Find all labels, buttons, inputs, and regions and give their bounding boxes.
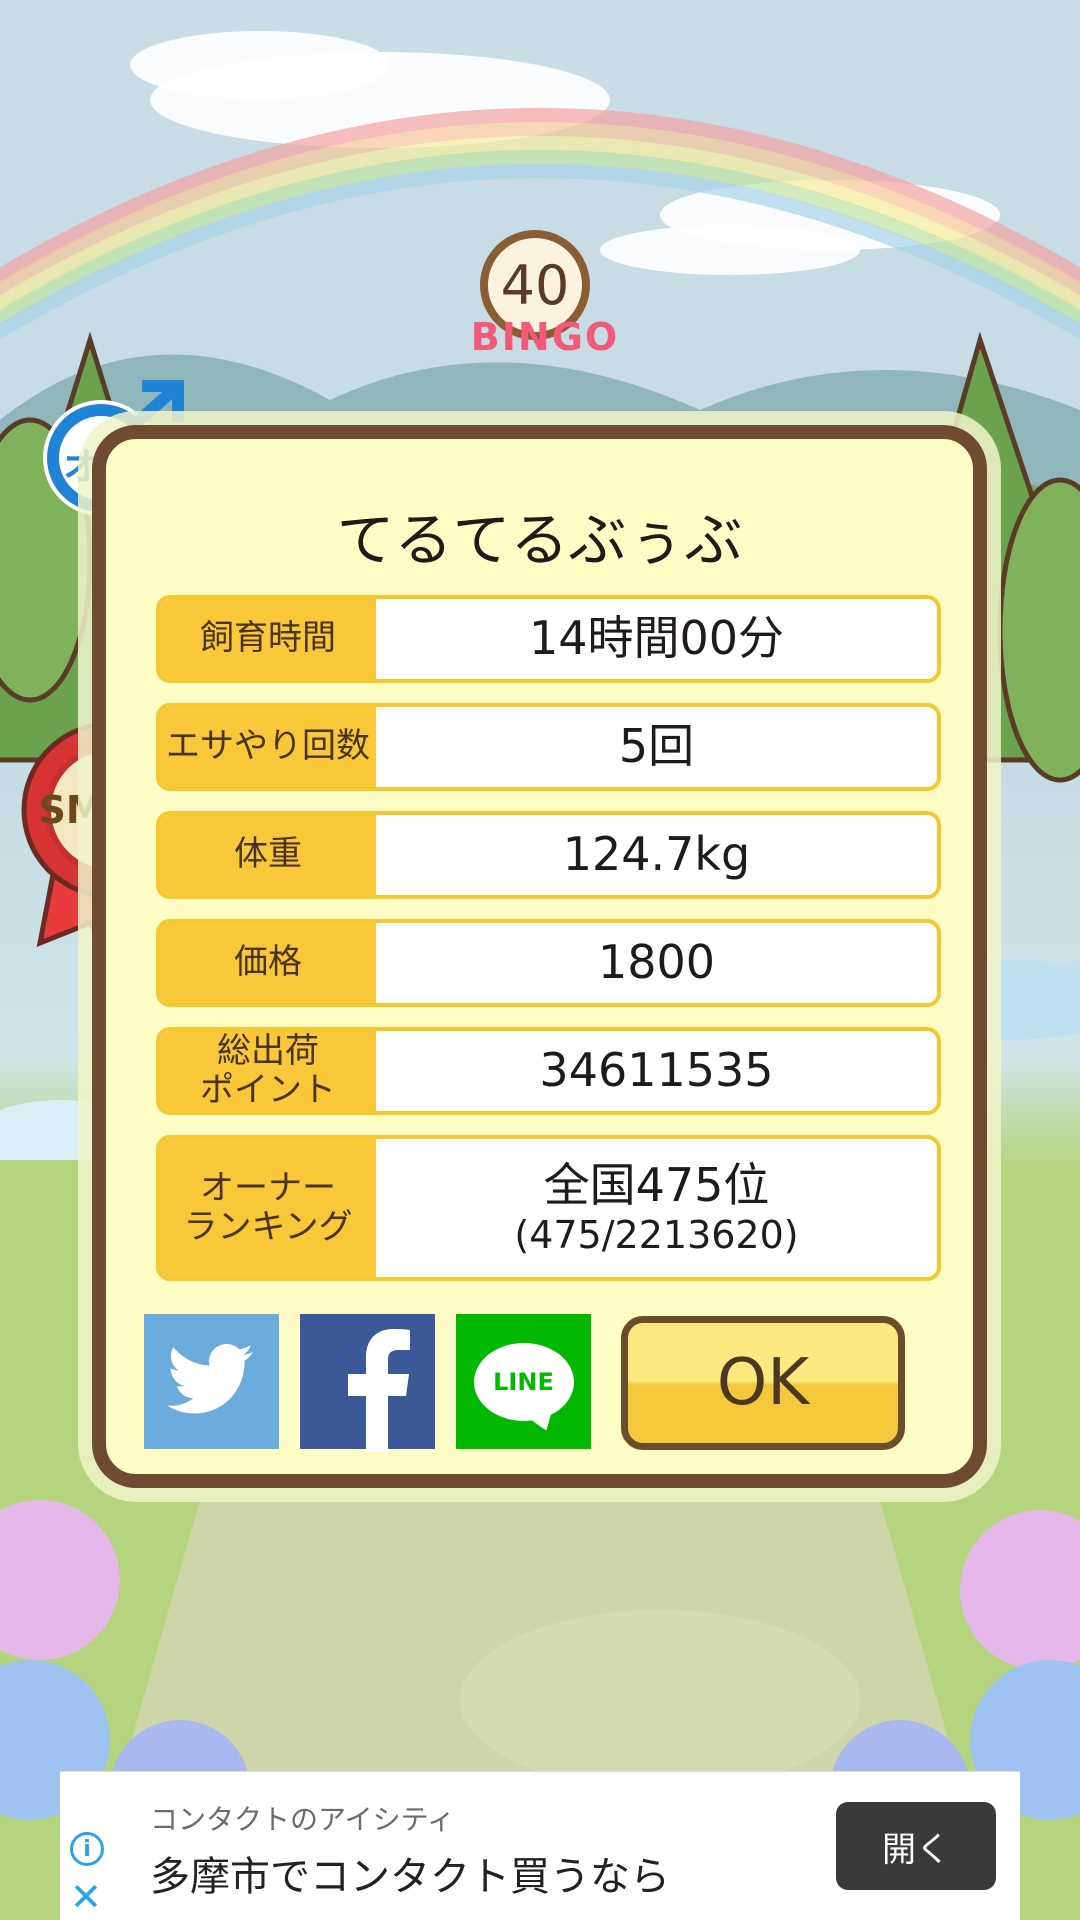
stat-value-text: 14時間00分 bbox=[528, 611, 785, 666]
facebook-share-button[interactable] bbox=[300, 1314, 435, 1452]
stat-row-owner-ranking: オーナー ランキング 全国475位 (475/2213620) bbox=[156, 1135, 941, 1281]
stat-value: 124.7kg bbox=[376, 815, 937, 895]
stat-value: 14時間00分 bbox=[376, 599, 937, 679]
ok-label: OK bbox=[716, 1346, 810, 1420]
stat-value-text: 1800 bbox=[597, 935, 716, 990]
ad-headline: 多摩市でコンタクト買うなら bbox=[150, 1854, 670, 1900]
facebook-f-icon bbox=[347, 1328, 410, 1452]
ranking-detail-text: (475/2213620) bbox=[514, 1212, 799, 1257]
stat-row-price: 価格 1800 bbox=[156, 919, 941, 1007]
stat-value-text: 34611535 bbox=[539, 1043, 774, 1098]
stat-value: 全国475位 (475/2213620) bbox=[376, 1139, 937, 1277]
close-icon[interactable]: ✕ bbox=[70, 1878, 102, 1916]
stat-value-text: 5回 bbox=[618, 719, 695, 774]
pig-result-dialog: てるてるぶぅぶ 飼育時間 14時間00分 エサやり回数 5回 体重 124.7k… bbox=[92, 425, 987, 1488]
ranking-value-text: 全国475位 bbox=[543, 1157, 770, 1212]
stat-row-raising-time: 飼育時間 14時間00分 bbox=[156, 595, 941, 683]
line-bubble-icon: LINE bbox=[473, 1342, 574, 1434]
bingo-label: BINGO bbox=[470, 315, 620, 359]
bingo-badge: 40 BINGO bbox=[470, 225, 617, 375]
stat-label: エサやり回数 bbox=[160, 707, 376, 787]
game-background: 40 BINGO オス SMALL てるてるぶぅぶ 飼育時間 14時間00分 エ… bbox=[0, 0, 1080, 1920]
stat-value: 34611535 bbox=[376, 1031, 937, 1111]
line-label: LINE bbox=[493, 1367, 554, 1396]
ad-advertiser: コンタクトのアイシティ bbox=[150, 1803, 455, 1836]
ad-open-button[interactable]: 開く bbox=[836, 1802, 996, 1890]
twitter-share-button[interactable] bbox=[144, 1314, 279, 1449]
stat-value: 1800 bbox=[376, 923, 937, 1003]
stat-label: 体重 bbox=[160, 815, 376, 895]
stat-label: 総出荷 ポイント bbox=[160, 1031, 376, 1111]
ok-button[interactable]: OK bbox=[621, 1316, 905, 1450]
info-icon[interactable]: i bbox=[70, 1832, 104, 1866]
pig-name-title: てるてるぶぅぶ bbox=[336, 506, 743, 574]
stat-row-feeding-count: エサやり回数 5回 bbox=[156, 703, 941, 791]
stat-label: オーナー ランキング bbox=[160, 1139, 376, 1277]
line-share-button[interactable]: LINE bbox=[456, 1314, 591, 1449]
stat-value-text: 124.7kg bbox=[562, 827, 751, 882]
ad-banner[interactable]: i ✕ コンタクトのアイシティ 多摩市でコンタクト買うなら 開く bbox=[60, 1771, 1020, 1920]
stat-row-weight: 体重 124.7kg bbox=[156, 811, 941, 899]
stat-row-total-points: 総出荷 ポイント 34611535 bbox=[156, 1027, 941, 1115]
twitter-bird-icon bbox=[166, 1343, 253, 1413]
stat-label: 価格 bbox=[160, 923, 376, 1003]
stat-value: 5回 bbox=[376, 707, 937, 787]
stat-label: 飼育時間 bbox=[160, 599, 376, 679]
